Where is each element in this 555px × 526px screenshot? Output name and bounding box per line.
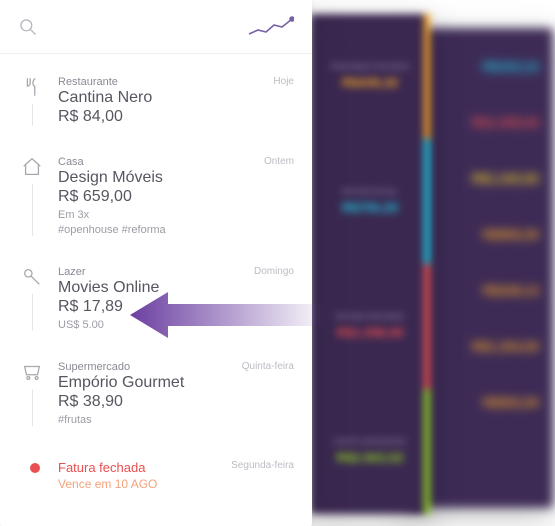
segment-amount: R$1.098,90: [336, 325, 403, 340]
search-icon[interactable]: [18, 17, 38, 37]
cart-icon: [21, 361, 43, 383]
transaction-installments: Em 3x: [58, 209, 294, 221]
bg-row-value: R$902,00: [483, 395, 539, 410]
transaction-tags: #openhouse #reforma: [58, 224, 294, 236]
segment-label: PRÓXIMAS FATURAS: [331, 64, 410, 71]
transaction-row[interactable]: Supermercado Empório Gourmet R$ 38,90 #f…: [18, 349, 294, 444]
transaction-date: Quinta-feira: [242, 361, 294, 372]
transaction-row[interactable]: Restaurante Cantina Nero R$ 84,00 Hoje: [18, 64, 294, 144]
bg-row-value: R$1.204,00: [472, 339, 539, 354]
transaction-list[interactable]: Restaurante Cantina Nero R$ 84,00 Hoje C…: [0, 54, 312, 526]
transaction-row[interactable]: Lazer Movies Online R$ 17,89 US$ 5.00 Do…: [18, 254, 294, 349]
transaction-amount: R$ 84,00: [58, 108, 294, 126]
bg-row-value: R$856,00: [483, 227, 539, 242]
transaction-merchant: Cantina Nero: [58, 89, 294, 107]
transaction-merchant: Empório Gourmet: [58, 374, 294, 392]
card-header: [0, 0, 312, 54]
transaction-merchant: Movies Online: [58, 279, 294, 297]
transaction-date: Hoje: [273, 76, 294, 87]
transaction-merchant: Design Móveis: [58, 169, 294, 187]
transaction-feed-card: Restaurante Cantina Nero R$ 84,00 Hoje C…: [0, 0, 312, 526]
transaction-date: Ontem: [264, 156, 294, 167]
color-stripe: [424, 14, 430, 514]
transaction-amount: R$ 38,90: [58, 393, 294, 411]
segment-label: LIMITE DISPONÍVEL: [332, 439, 407, 446]
transaction-amount: R$ 659,00: [58, 188, 294, 206]
transaction-tags: #frutas: [58, 414, 294, 426]
transaction-category: Restaurante: [58, 76, 294, 88]
bg-row-value: R$193,10: [483, 59, 539, 74]
segment-amount: R$2.663,52: [336, 450, 403, 465]
segment-label: FATURA ATUAL: [342, 189, 398, 196]
background-card-near: PRÓXIMAS FATURAS R$439,32 FATURA ATUAL R…: [310, 14, 430, 514]
trend-chart-icon[interactable]: [248, 16, 294, 38]
transaction-foreign-amount: US$ 5.00: [58, 319, 294, 331]
bg-row-value: R$1.058,00: [472, 115, 539, 130]
alert-dot-icon: [30, 463, 40, 473]
transaction-amount: R$ 17,89: [58, 298, 294, 316]
transaction-category: Casa: [58, 156, 294, 168]
segment-amount: R$439,32: [342, 75, 398, 90]
bg-row-value: R$1.243,50: [472, 171, 539, 186]
leisure-icon: [21, 266, 43, 288]
bg-row-value: R$249,13: [483, 283, 539, 298]
transaction-date: Domingo: [254, 266, 294, 277]
segment-amount: R$700,20: [342, 200, 398, 215]
closed-bill-due: Vence em 10 AGO: [58, 477, 294, 491]
segment-label: FATURA FECHADA: [335, 314, 404, 321]
closed-bill-date: Segunda-feira: [231, 460, 294, 471]
home-icon: [21, 156, 43, 178]
transaction-row[interactable]: Casa Design Móveis R$ 659,00 Em 3x #open…: [18, 144, 294, 254]
utensils-icon: [21, 76, 43, 98]
closed-bill-row[interactable]: Fatura fechada Vence em 10 AGO Segunda-f…: [18, 444, 294, 497]
